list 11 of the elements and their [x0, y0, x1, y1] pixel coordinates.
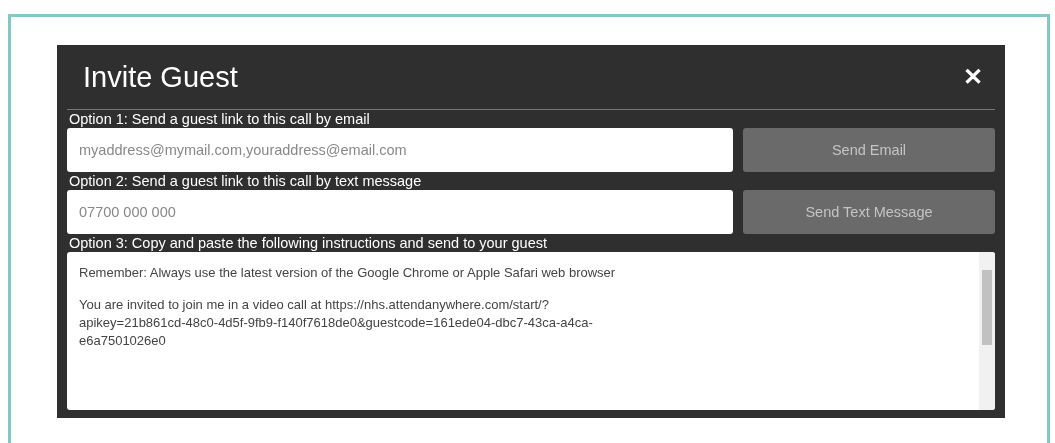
input-field[interactable]: 07700 000 000 — [67, 190, 733, 234]
option-label: Option 1: Send a guest link to this call by email — [68, 110, 371, 128]
instructions-text: You are invited to join me in a video call at https://nhs.attendanywhere.com/start/? apikey=21b861cd-48c0-4d5f-9fb9-f140f7618de0&guestcode=161ede04-dbc7-43ca-a4ca- e6a7501026e0 — [79, 296, 594, 350]
input-field[interactable]: myaddress@mymail.com,youraddress@email.com — [67, 128, 733, 172]
option-label: Option 2: Send a guest link to this call by text message — [68, 172, 423, 190]
option-label: Option 3: Copy and paste the following instructions and send to your guest — [68, 234, 548, 252]
instructions-text: Remember: Always use the latest version of the Google Chrome or Apple Safari web browser — [79, 264, 617, 282]
scrollbar[interactable] — [979, 252, 995, 410]
close-button[interactable]: ✕ — [959, 63, 987, 91]
dialog-title: Invite Guest — [83, 60, 238, 94]
instructions-textarea[interactable] — [67, 252, 995, 410]
